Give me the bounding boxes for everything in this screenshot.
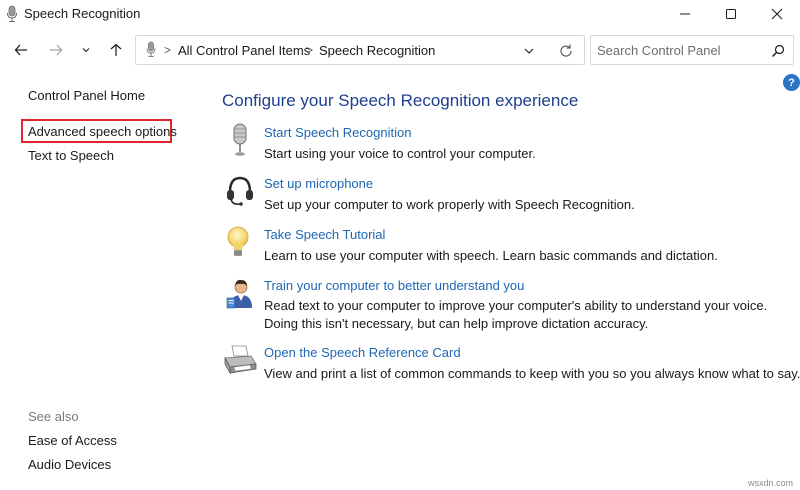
recent-locations-chevron-icon	[82, 48, 90, 53]
close-icon	[771, 8, 783, 20]
minimize-icon	[680, 13, 690, 15]
microphone-icon	[222, 122, 258, 158]
maximize-button[interactable]	[708, 0, 754, 28]
start-speech-recognition-link[interactable]: Start Speech Recognition	[264, 125, 411, 140]
close-button[interactable]	[754, 0, 800, 28]
task-description: Learn to use your computer with speech. …	[264, 248, 718, 263]
search-icon[interactable]	[771, 44, 785, 58]
breadcrumb-speech-recognition[interactable]: Speech Recognition	[319, 43, 435, 58]
search-box[interactable]	[590, 35, 794, 65]
recent-locations-button[interactable]	[74, 38, 98, 62]
task-description: Set up your computer to work properly wi…	[264, 197, 635, 212]
window-title: Speech Recognition	[24, 6, 141, 21]
minimize-button[interactable]	[662, 0, 708, 28]
watermark: wsxdn.com	[748, 478, 794, 488]
audio-devices-link[interactable]: Audio Devices	[28, 457, 111, 472]
microphone-icon	[5, 5, 19, 23]
control-panel-home-link[interactable]: Control Panel Home	[28, 88, 145, 103]
set-up-microphone-link[interactable]: Set up microphone	[264, 176, 373, 191]
forward-button[interactable]	[44, 38, 68, 62]
open-speech-reference-card-link[interactable]: Open the Speech Reference Card	[264, 345, 461, 360]
navigation-bar: > All Control Panel Items > Speech Recog…	[0, 30, 800, 70]
headset-icon	[222, 172, 258, 208]
breadcrumb-all-control-panel-items[interactable]: All Control Panel Items	[178, 43, 310, 58]
maximize-icon	[726, 9, 736, 19]
up-arrow-icon	[110, 43, 122, 56]
breadcrumb-separator: >	[306, 43, 314, 57]
forward-arrow-icon	[50, 44, 63, 56]
address-bar[interactable]: > All Control Panel Items > Speech Recog…	[135, 35, 585, 65]
advanced-speech-options-link[interactable]: Advanced speech options	[28, 124, 177, 139]
breadcrumb-separator: >	[164, 43, 172, 57]
refresh-icon[interactable]	[558, 43, 574, 59]
title-bar: Speech Recognition	[0, 0, 800, 28]
task-description: View and print a list of common commands…	[264, 366, 800, 381]
up-button[interactable]	[104, 38, 128, 62]
lightbulb-icon	[222, 224, 258, 260]
microphone-icon	[145, 41, 157, 59]
help-icon: ?	[788, 76, 795, 89]
user-training-icon	[222, 276, 258, 312]
task-description: Doing this isn't necessary, but can help…	[264, 316, 649, 331]
see-also-heading: See also	[28, 409, 79, 424]
help-button[interactable]: ?	[783, 74, 800, 91]
back-button[interactable]	[9, 38, 33, 62]
task-description: Read text to your computer to improve yo…	[264, 298, 768, 313]
address-history-chevron-icon[interactable]	[522, 44, 536, 58]
text-to-speech-link[interactable]: Text to Speech	[28, 148, 114, 163]
printer-icon	[222, 342, 258, 378]
search-input[interactable]	[597, 41, 757, 59]
page-title: Configure your Speech Recognition experi…	[222, 91, 579, 110]
train-computer-link[interactable]: Train your computer to better understand…	[264, 278, 524, 293]
task-description: Start using your voice to control your c…	[264, 146, 536, 161]
ease-of-access-link[interactable]: Ease of Access	[28, 433, 117, 448]
take-speech-tutorial-link[interactable]: Take Speech Tutorial	[264, 227, 385, 242]
back-arrow-icon	[14, 44, 27, 56]
